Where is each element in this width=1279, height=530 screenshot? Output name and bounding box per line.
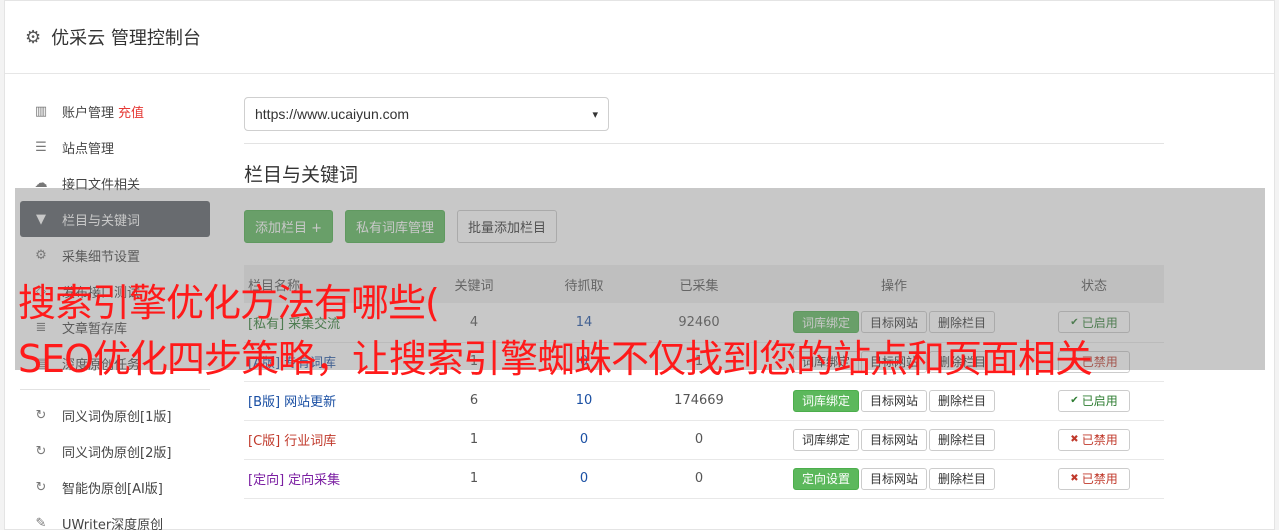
column-name-link[interactable]: 网站更新 — [284, 395, 336, 410]
sidebar-item-label: 同义词伪原创[2版] — [62, 445, 172, 461]
column-tag: [C版] — [248, 434, 281, 449]
column-name-link[interactable]: 定向采集 — [288, 473, 340, 488]
column-tag: [定向] — [248, 473, 285, 488]
delete-column-button[interactable]: 删除栏目 — [929, 389, 996, 412]
bind-library-button[interactable]: 词库绑定 — [792, 389, 859, 412]
sidebar-item[interactable]: ↻ 智能伪原创[AI版] — [20, 469, 210, 505]
column-name-cell: [B版] 网站更新 — [244, 381, 414, 421]
keyword-count: 1 — [414, 459, 534, 499]
refresh-icon: ↻ — [35, 407, 47, 423]
table-row: [C版] 行业词库 1 0 0 词库绑定 目标网站 删除栏目 ✖ 已禁用 — [244, 420, 1164, 460]
status-label: 已禁用 — [1081, 472, 1118, 486]
status-cell: ✔ 已启用 — [1024, 381, 1164, 421]
close-icon: ✖ — [1070, 434, 1079, 445]
target-site-button[interactable]: 目标网站 — [860, 467, 927, 490]
bind-library-button[interactable]: 定向设置 — [792, 467, 859, 490]
delete-column-button[interactable]: 删除栏目 — [929, 428, 996, 451]
sidebar-item[interactable]: ▥ 账户管理 充值 — [20, 93, 210, 129]
console-header: ⚙ 优采云 管理控制台 — [5, 1, 1274, 74]
check-icon: ✔ — [1070, 395, 1079, 406]
server-icon: ☰ — [35, 139, 47, 155]
edit-icon: ✎ — [35, 515, 47, 530]
sidebar-item-label: 同义词伪原创[1版] — [62, 409, 172, 425]
site-select-value: https://www.ucaiyun.com — [255, 106, 410, 122]
sidebar-item-label: 站点管理 — [62, 141, 115, 157]
site-select[interactable]: https://www.ucaiyun.com ▾ — [244, 97, 609, 131]
operations-cell: 词库绑定 目标网站 删除栏目 — [764, 420, 1024, 460]
gear-icon: ⚙ — [25, 26, 42, 48]
pending-cell: 0 — [534, 420, 634, 460]
column-name-link[interactable]: 行业词库 — [284, 434, 336, 449]
overlay-headline-1: 搜索引擎优化方法有哪些( — [18, 281, 440, 325]
refresh-icon: ↻ — [35, 479, 47, 495]
page-title: 优采云 管理控制台 — [51, 28, 201, 49]
column-name-cell: [C版] 行业词库 — [244, 420, 414, 460]
target-site-button[interactable]: 目标网站 — [860, 428, 927, 451]
chevron-down-icon: ▾ — [592, 108, 598, 121]
table-row: [定向] 定向采集 1 0 0 定向设置 目标网站 删除栏目 ✖ 已禁用 — [244, 459, 1164, 499]
bind-library-button[interactable]: 词库绑定 — [792, 428, 859, 451]
pending-cell: 10 — [534, 381, 634, 421]
table-row: [B版] 网站更新 6 10 174669 词库绑定 目标网站 删除栏目 ✔ 已启用 — [244, 381, 1164, 421]
sidebar-item-label: 账户管理 — [62, 105, 115, 121]
sidebar-item[interactable]: ↻ 同义词伪原创[1版] — [20, 397, 210, 433]
close-icon: ✖ — [1070, 473, 1079, 484]
keyword-count: 1 — [414, 420, 534, 460]
status-toggle[interactable]: ✖ 已禁用 — [1058, 467, 1130, 490]
column-name-cell: [定向] 定向采集 — [244, 459, 414, 499]
operations-cell: 定向设置 目标网站 删除栏目 — [764, 459, 1024, 499]
sidebar-item-label: UWriter深度原创 — [62, 517, 164, 530]
sidebar-item[interactable]: ↻ 同义词伪原创[2版] — [20, 433, 210, 469]
status-label: 已启用 — [1081, 394, 1118, 408]
status-label: 已禁用 — [1081, 433, 1118, 447]
target-site-button[interactable]: 目标网站 — [860, 389, 927, 412]
divider — [244, 143, 1164, 144]
recharge-link[interactable]: 充值 — [118, 102, 144, 121]
status-toggle[interactable]: ✖ 已禁用 — [1058, 428, 1130, 451]
bar-chart-icon: ▥ — [34, 103, 48, 119]
pending-count[interactable]: 0 — [580, 471, 588, 486]
keyword-count: 6 — [414, 381, 534, 421]
pending-cell: 0 — [534, 459, 634, 499]
collected-count: 0 — [634, 420, 764, 460]
operations-cell: 词库绑定 目标网站 删除栏目 — [764, 381, 1024, 421]
section-title: 栏目与关键词 — [244, 164, 359, 186]
sidebar-item[interactable]: ✎ UWriter深度原创 — [20, 505, 210, 530]
refresh-icon: ↻ — [35, 443, 47, 459]
delete-column-button[interactable]: 删除栏目 — [929, 467, 996, 490]
pending-count[interactable]: 0 — [580, 432, 588, 447]
column-tag: [B版] — [248, 395, 281, 410]
sidebar-item-label: 智能伪原创[AI版] — [62, 481, 163, 497]
collected-count: 174669 — [634, 381, 764, 421]
status-toggle[interactable]: ✔ 已启用 — [1058, 389, 1130, 412]
status-cell: ✖ 已禁用 — [1024, 420, 1164, 460]
sidebar-item[interactable]: ☰ 站点管理 — [20, 129, 210, 165]
status-cell: ✖ 已禁用 — [1024, 459, 1164, 499]
pending-count[interactable]: 10 — [576, 393, 593, 408]
sidebar-divider — [20, 389, 210, 390]
collected-count: 0 — [634, 459, 764, 499]
overlay-headline-2: SEO优化四步策略，让搜索引擎蜘蛛不仅找到您的站点和页面相关 — [18, 337, 1093, 381]
